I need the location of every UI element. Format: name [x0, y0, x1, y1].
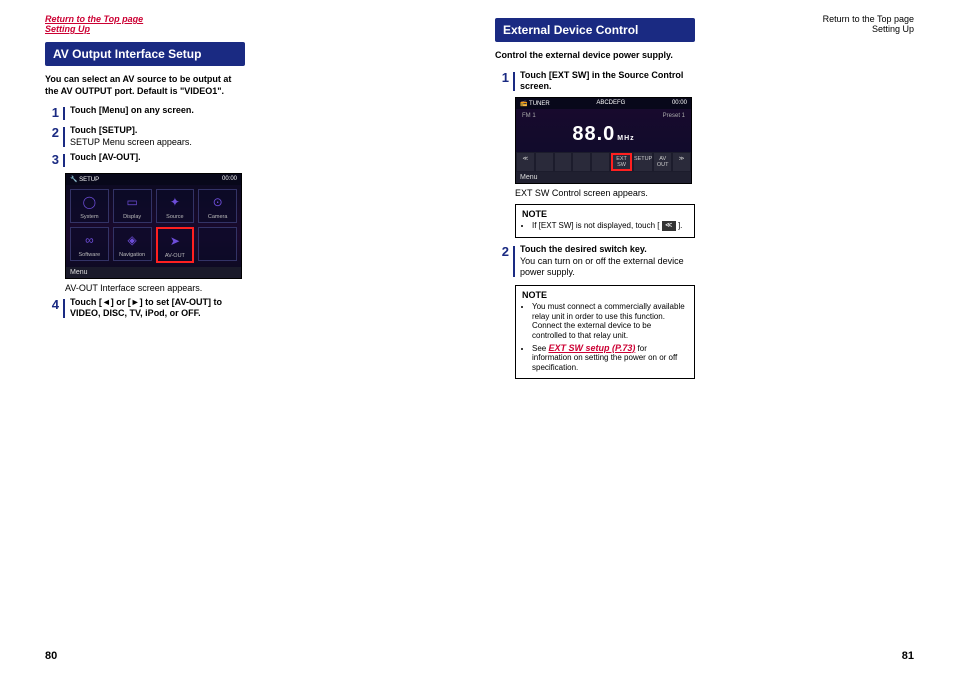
step-r1-text: Touch [EXT SW] in the Source Control scr…: [520, 70, 683, 92]
tuner-clock: 00:00: [672, 100, 687, 107]
step-3-text: Touch [AV-OUT].: [70, 152, 141, 162]
step-number: 4: [45, 297, 59, 320]
bar-btn-extsw: EXT SW: [611, 153, 632, 171]
tile-camera: ⊙Camera: [198, 189, 237, 223]
page-number-right: 81: [902, 650, 914, 662]
tuner-menu: Menu: [516, 172, 691, 183]
tile-source: ✦Source: [156, 189, 195, 223]
tile-av-out: ➤AV-OUT: [156, 227, 195, 263]
bar-btn: ≪: [517, 153, 534, 171]
note2-item2: See EXT SW setup (P.73) for information …: [532, 343, 688, 373]
step-number: 1: [45, 105, 59, 122]
tuner-band: FM 1: [522, 113, 536, 119]
bar-btn: SETUP: [634, 153, 652, 171]
tuner-caption: EXT SW Control screen appears.: [515, 188, 695, 198]
note-head: NOTE: [522, 209, 688, 219]
setting-up-link[interactable]: Setting Up: [45, 24, 90, 34]
intro-text: You can select an AV source to be output…: [45, 74, 235, 97]
setup-screenshot: 🔧 SETUP 00:00 ◯System ▭Display ✦Source ⊙…: [65, 173, 242, 279]
note-box-2: NOTE You must connect a commercially ava…: [515, 285, 695, 379]
section-header-av-output: AV Output Interface Setup: [45, 42, 245, 66]
section-header-external-device: External Device Control: [495, 18, 695, 42]
note-box-1: NOTE If [EXT SW] is not displayed, touch…: [515, 204, 695, 238]
bar-btn: [573, 153, 590, 171]
step-2-sub: SETUP Menu screen appears.: [70, 137, 192, 147]
tile-display: ▭Display: [113, 189, 152, 223]
return-top-link-right[interactable]: Return to the Top page: [823, 14, 914, 24]
tuner-frequency: 88.0MHz: [522, 119, 685, 150]
shot-caption: AV-OUT Interface screen appears.: [65, 283, 245, 293]
tile-navigation: ◈Navigation: [113, 227, 152, 261]
step-2-text: Touch [SETUP].: [70, 125, 137, 135]
step-1-text: Touch [Menu] on any screen.: [70, 105, 194, 115]
step-r2-text: Touch the desired switch key.: [520, 244, 647, 254]
tile-empty: [198, 227, 237, 261]
step-number: 2: [45, 125, 59, 148]
intro-text-right: Control the external device power supply…: [495, 50, 685, 62]
step-number: 1: [495, 70, 509, 93]
bar-btn: [592, 153, 609, 171]
bar-btn: [536, 153, 553, 171]
tuner-center: ABCDEFG: [596, 100, 625, 107]
bar-btn: [555, 153, 572, 171]
shot-menu: Menu: [66, 267, 241, 278]
bar-btn: ≫: [673, 153, 690, 171]
ext-sw-setup-link[interactable]: EXT SW setup (P.73): [548, 343, 635, 353]
note1-item: If [EXT SW] is not displayed, touch [ ≪ …: [532, 221, 688, 231]
step-4-text: Touch [◄] or [►] to set [AV-OUT] to VIDE…: [70, 297, 222, 319]
step-r2-sub: You can turn on or off the external devi…: [520, 256, 684, 278]
tuner-screenshot: 📻 TUNER ABCDEFG 00:00 FM 1 Preset 1 88.0…: [515, 97, 692, 184]
return-top-link[interactable]: Return to the Top page: [45, 14, 143, 24]
note2-item1: You must connect a commercially availabl…: [532, 302, 688, 340]
top-links-left: Return to the Top page Setting Up: [45, 14, 445, 34]
shot-clock: 00:00: [222, 176, 237, 183]
scroll-left-icon: ≪: [662, 221, 676, 231]
bar-btn: AV OUT: [654, 153, 671, 171]
note-head: NOTE: [522, 290, 688, 300]
step-number: 2: [495, 244, 509, 279]
shot-title: 🔧 SETUP: [70, 176, 99, 183]
page-number-left: 80: [45, 650, 57, 662]
tile-software: ∞Software: [70, 227, 109, 261]
setting-up-link-right[interactable]: Setting Up: [872, 24, 914, 34]
top-links-right: Return to the Top page Setting Up: [823, 14, 914, 34]
tuner-preset: Preset 1: [663, 113, 685, 119]
tile-system: ◯System: [70, 189, 109, 223]
step-number: 3: [45, 152, 59, 169]
tuner-title: 📻 TUNER: [520, 100, 550, 107]
